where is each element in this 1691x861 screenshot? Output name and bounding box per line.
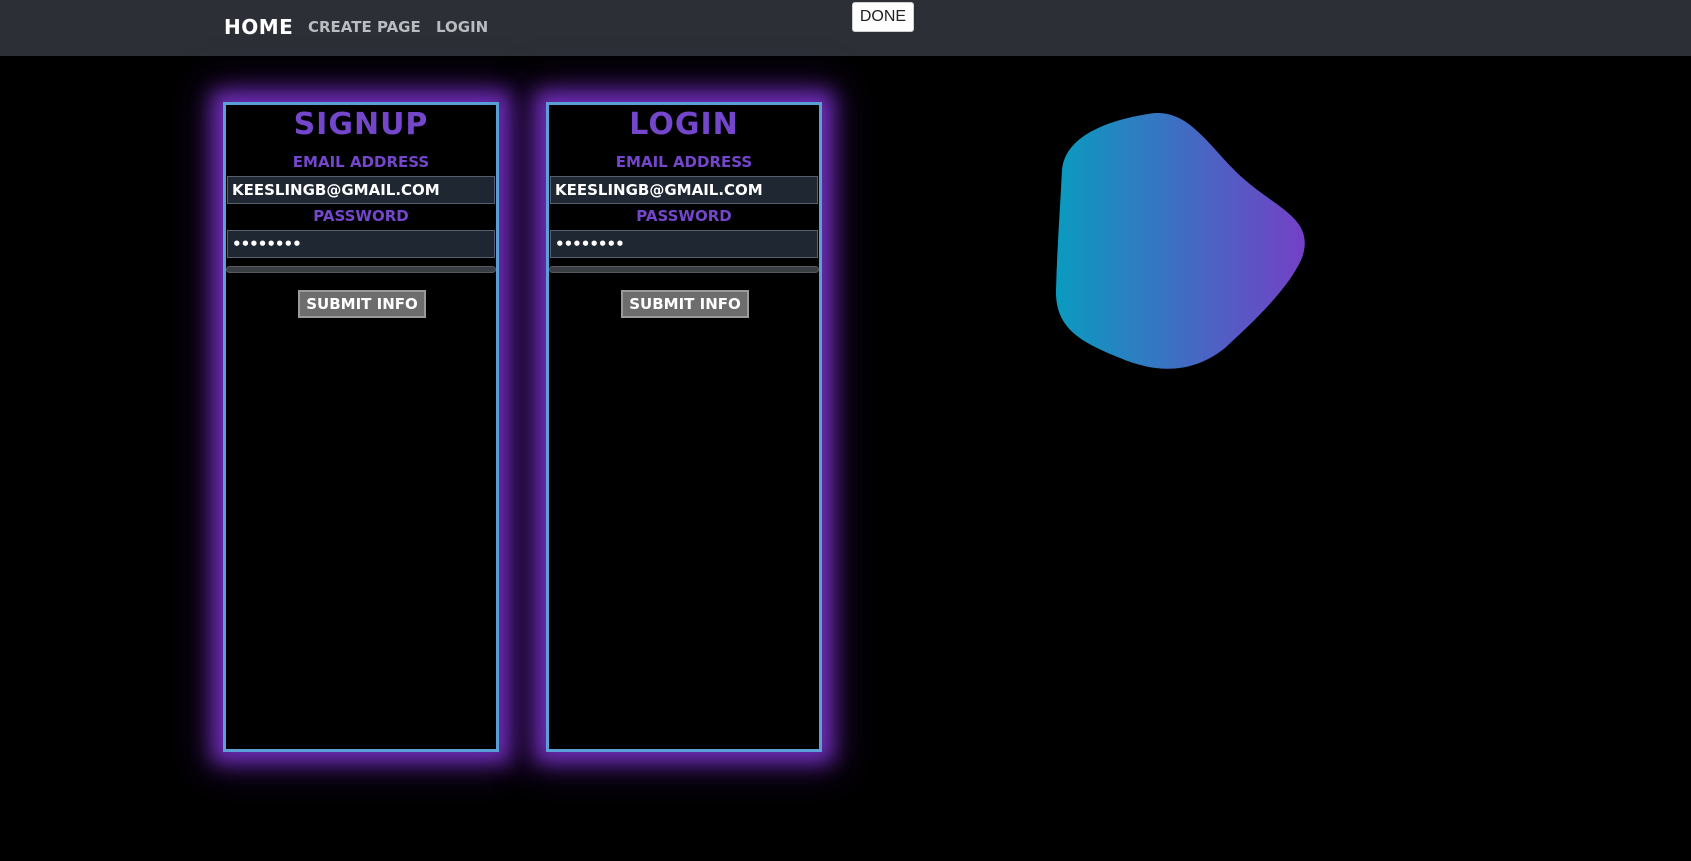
signup-title: Signup (293, 107, 429, 142)
login-email-input[interactable]: keeslingb@gmail.com (550, 176, 818, 204)
navbar: Home Create Page Login (0, 0, 1691, 56)
nav-home-link[interactable]: Home (224, 15, 293, 39)
login-password-label: Password (636, 207, 732, 225)
nav-login-link[interactable]: Login (436, 18, 488, 36)
signup-email-label: Email Address (292, 153, 430, 171)
signup-panel: Signup Email Address keeslingb@gmail.com… (223, 102, 499, 752)
signup-password-input[interactable]: •••••••• (227, 230, 495, 258)
login-panel: Login Email Address keeslingb@gmail.com … (546, 102, 822, 752)
login-title: Login (629, 107, 739, 142)
login-email-label: Email Address (615, 153, 753, 171)
login-range-slider[interactable] (549, 266, 819, 273)
login-submit-button[interactable]: Submit Info (621, 290, 749, 318)
done-button[interactable]: DONE (852, 2, 914, 32)
signup-email-input[interactable]: keeslingb@gmail.com (227, 176, 495, 204)
gradient-blob (1055, 113, 1305, 369)
signup-range-slider[interactable] (226, 266, 496, 273)
gradient-blob-shape (1055, 113, 1305, 369)
nav-create-page-link[interactable]: Create Page (308, 18, 421, 36)
signup-password-label: Password (313, 207, 409, 225)
login-password-input[interactable]: •••••••• (550, 230, 818, 258)
signup-submit-button[interactable]: Submit Info (298, 290, 426, 318)
